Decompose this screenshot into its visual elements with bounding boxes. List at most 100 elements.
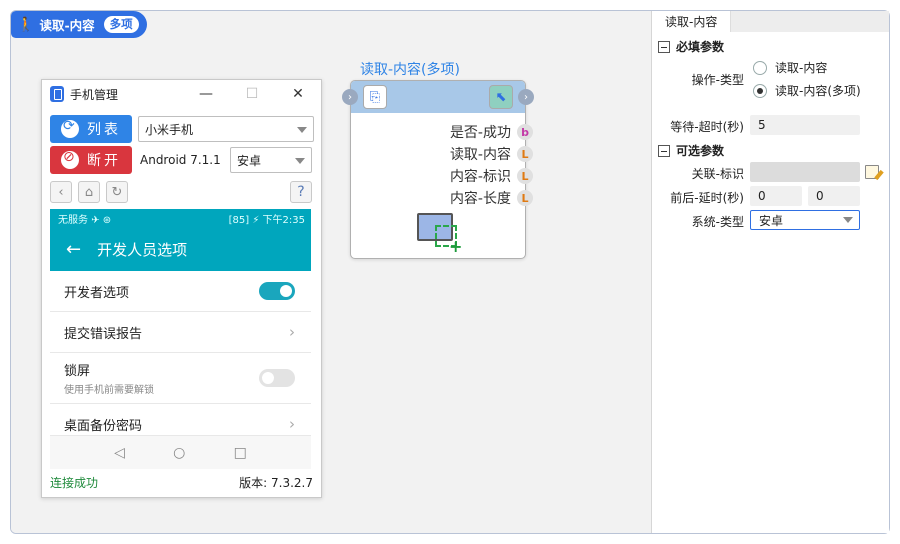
- disconnect-button-label: 断开: [87, 153, 121, 169]
- setting-title: 开发者选项: [64, 285, 130, 301]
- output-content-id[interactable]: 内容-标识 L: [450, 165, 533, 187]
- tab-read-content[interactable]: 读取-内容: [652, 11, 732, 32]
- op-option-0[interactable]: 读取-内容: [753, 59, 827, 76]
- status-left: 无服务 ✈ ⊛: [58, 214, 112, 226]
- output-label: 内容-标识: [449, 169, 511, 185]
- maximize-icon[interactable]: ☐: [229, 80, 275, 108]
- minimize-icon[interactable]: —: [183, 80, 229, 108]
- list-port-icon[interactable]: L: [517, 146, 533, 162]
- setting-developer-options[interactable]: 开发者选项: [50, 271, 311, 312]
- chevron-down-icon: [295, 158, 305, 164]
- node-outputs: 是否-成功 b 读取-内容 L 内容-标识 L 内容-长度 L: [450, 121, 533, 209]
- required-section[interactable]: 必填参数: [658, 38, 724, 55]
- toggle-switch[interactable]: [259, 369, 295, 387]
- phone-app-bar: ← 开发人员选项: [50, 227, 311, 271]
- timeout-label: 等待-超时(秒): [670, 120, 744, 134]
- current-step-pill[interactable]: 🚶 读取-内容 多项: [11, 11, 147, 38]
- op-option-label: 读取-内容(多项): [775, 84, 861, 98]
- refresh-icon: [61, 118, 79, 138]
- nav-row: ‹ ⌂ ↻: [50, 181, 128, 203]
- input-port-icon[interactable]: ›: [342, 89, 358, 105]
- list-port-icon[interactable]: L: [517, 190, 533, 206]
- timeout-input[interactable]: 5: [750, 115, 860, 135]
- device-select[interactable]: 小米手机: [138, 116, 314, 142]
- delay-after-input[interactable]: 0: [808, 186, 860, 206]
- disconnect-button[interactable]: 断开: [50, 146, 132, 174]
- output-label: 是否-成功: [449, 125, 511, 141]
- delay-label: 前后-延时(秒): [670, 191, 744, 205]
- toggle-switch[interactable]: [259, 282, 295, 300]
- setting-title: 锁屏: [64, 364, 91, 379]
- multi-badge: 多项: [103, 16, 139, 33]
- setting-bug-report[interactable]: 提交错误报告 ›: [50, 312, 311, 353]
- walking-person-icon: 🚶: [17, 16, 35, 33]
- step-label: 读取-内容: [39, 18, 95, 33]
- close-icon[interactable]: ✕: [275, 80, 321, 108]
- setting-lock-screen[interactable]: 锁屏 使用手机前需要解锁: [50, 353, 311, 404]
- radio-icon[interactable]: [753, 60, 767, 75]
- nav-back-icon[interactable]: ◁: [114, 445, 125, 461]
- pointer-select-icon[interactable]: ⬉: [489, 85, 513, 109]
- phone-app-icon: [50, 86, 64, 102]
- op-type-label: 操作-类型: [691, 73, 744, 87]
- assoc-input[interactable]: [750, 162, 860, 182]
- setting-title: 桌面备份密码: [64, 418, 143, 434]
- optional-section[interactable]: 可选参数: [658, 142, 724, 159]
- output-label: 读取-内容: [449, 147, 511, 163]
- op-option-label: 读取-内容: [775, 61, 828, 75]
- assoc-label: 关联-标识: [691, 167, 744, 181]
- nav-home-icon[interactable]: ○: [173, 445, 185, 461]
- panel-tabbar: 读取-内容: [652, 11, 889, 32]
- android-version: Android 7.1.1: [140, 153, 221, 167]
- window-footer: 连接成功 版本: 7.3.2.7: [50, 474, 313, 491]
- os-select[interactable]: 安卓: [230, 147, 312, 173]
- arrow-left-icon[interactable]: ←: [66, 239, 81, 260]
- flow-node[interactable]: › ⎘ ⬉ › 是否-成功 b 读取-内容 L 内容-标识 L 内容-长度 L …: [342, 80, 534, 259]
- chevron-right-icon: ›: [289, 323, 295, 341]
- node-title: 读取-内容(多项): [360, 62, 460, 78]
- delay-before-input[interactable]: 0: [750, 186, 802, 206]
- list-button[interactable]: 列表: [50, 115, 132, 143]
- plus-icon: +: [449, 237, 463, 256]
- output-label: 内容-长度: [449, 191, 511, 207]
- bool-port-icon[interactable]: b: [517, 124, 533, 140]
- output-port-icon[interactable]: ›: [518, 89, 534, 105]
- phone-nav-bar: ◁ ○ □: [50, 435, 311, 469]
- output-content[interactable]: 读取-内容 L: [450, 143, 533, 165]
- screenshot-select-icon[interactable]: +: [417, 213, 462, 256]
- edit-icon[interactable]: [865, 165, 879, 179]
- output-success[interactable]: 是否-成功 b: [450, 121, 533, 143]
- section-title: 必填参数: [676, 40, 725, 54]
- device-select-value: 小米手机: [145, 122, 194, 137]
- list-button-label: 列表: [87, 122, 121, 138]
- output-content-length[interactable]: 内容-长度 L: [450, 187, 533, 209]
- connection-row: 断开 Android 7.1.1 安卓: [50, 146, 312, 174]
- list-port-icon[interactable]: L: [517, 168, 533, 184]
- window-controls: — ☐ ✕: [183, 80, 321, 108]
- back-icon[interactable]: ‹: [50, 181, 72, 203]
- home-icon[interactable]: ⌂: [78, 181, 100, 203]
- system-type-value: 安卓: [759, 213, 784, 228]
- help-button[interactable]: ?: [290, 181, 312, 203]
- version-label: 版本: 7.3.2.7: [239, 476, 313, 490]
- system-type-select[interactable]: 安卓: [750, 210, 860, 230]
- chevron-right-icon: ›: [289, 415, 295, 433]
- collapse-icon[interactable]: [658, 40, 670, 53]
- system-type-label: 系统-类型: [691, 215, 744, 229]
- phone-export-icon: ⎘: [363, 85, 387, 109]
- device-row: 列表 小米手机: [50, 115, 314, 143]
- connection-status: 连接成功: [50, 476, 99, 490]
- radio-selected-icon[interactable]: [753, 83, 767, 98]
- chevron-down-icon: [297, 127, 307, 133]
- nav-recents-icon[interactable]: □: [234, 445, 247, 461]
- collapse-icon[interactable]: [658, 144, 670, 157]
- properties-panel: 读取-内容 必填参数 操作-类型 读取-内容 读取-内容(多项) 等待-超时(秒…: [651, 11, 889, 533]
- node-header[interactable]: › ⎘ ⬉ ›: [342, 81, 534, 113]
- phone-screen[interactable]: 无服务 ✈ ⊛ [85] ⚡ 下午2:35 ← 开发人员选项 开发者选项 提交错…: [50, 209, 311, 469]
- section-title: 可选参数: [676, 144, 725, 158]
- op-option-1[interactable]: 读取-内容(多项): [753, 82, 861, 99]
- chevron-down-icon: [843, 217, 853, 223]
- reload-icon[interactable]: ↻: [106, 181, 128, 203]
- phone-status-bar: 无服务 ✈ ⊛ [85] ⚡ 下午2:35: [50, 209, 311, 227]
- phone-manager-window: 手机管理 — ☐ ✕ 列表 小米手机 断开 Android 7.1.1 安卓 ‹…: [41, 79, 322, 498]
